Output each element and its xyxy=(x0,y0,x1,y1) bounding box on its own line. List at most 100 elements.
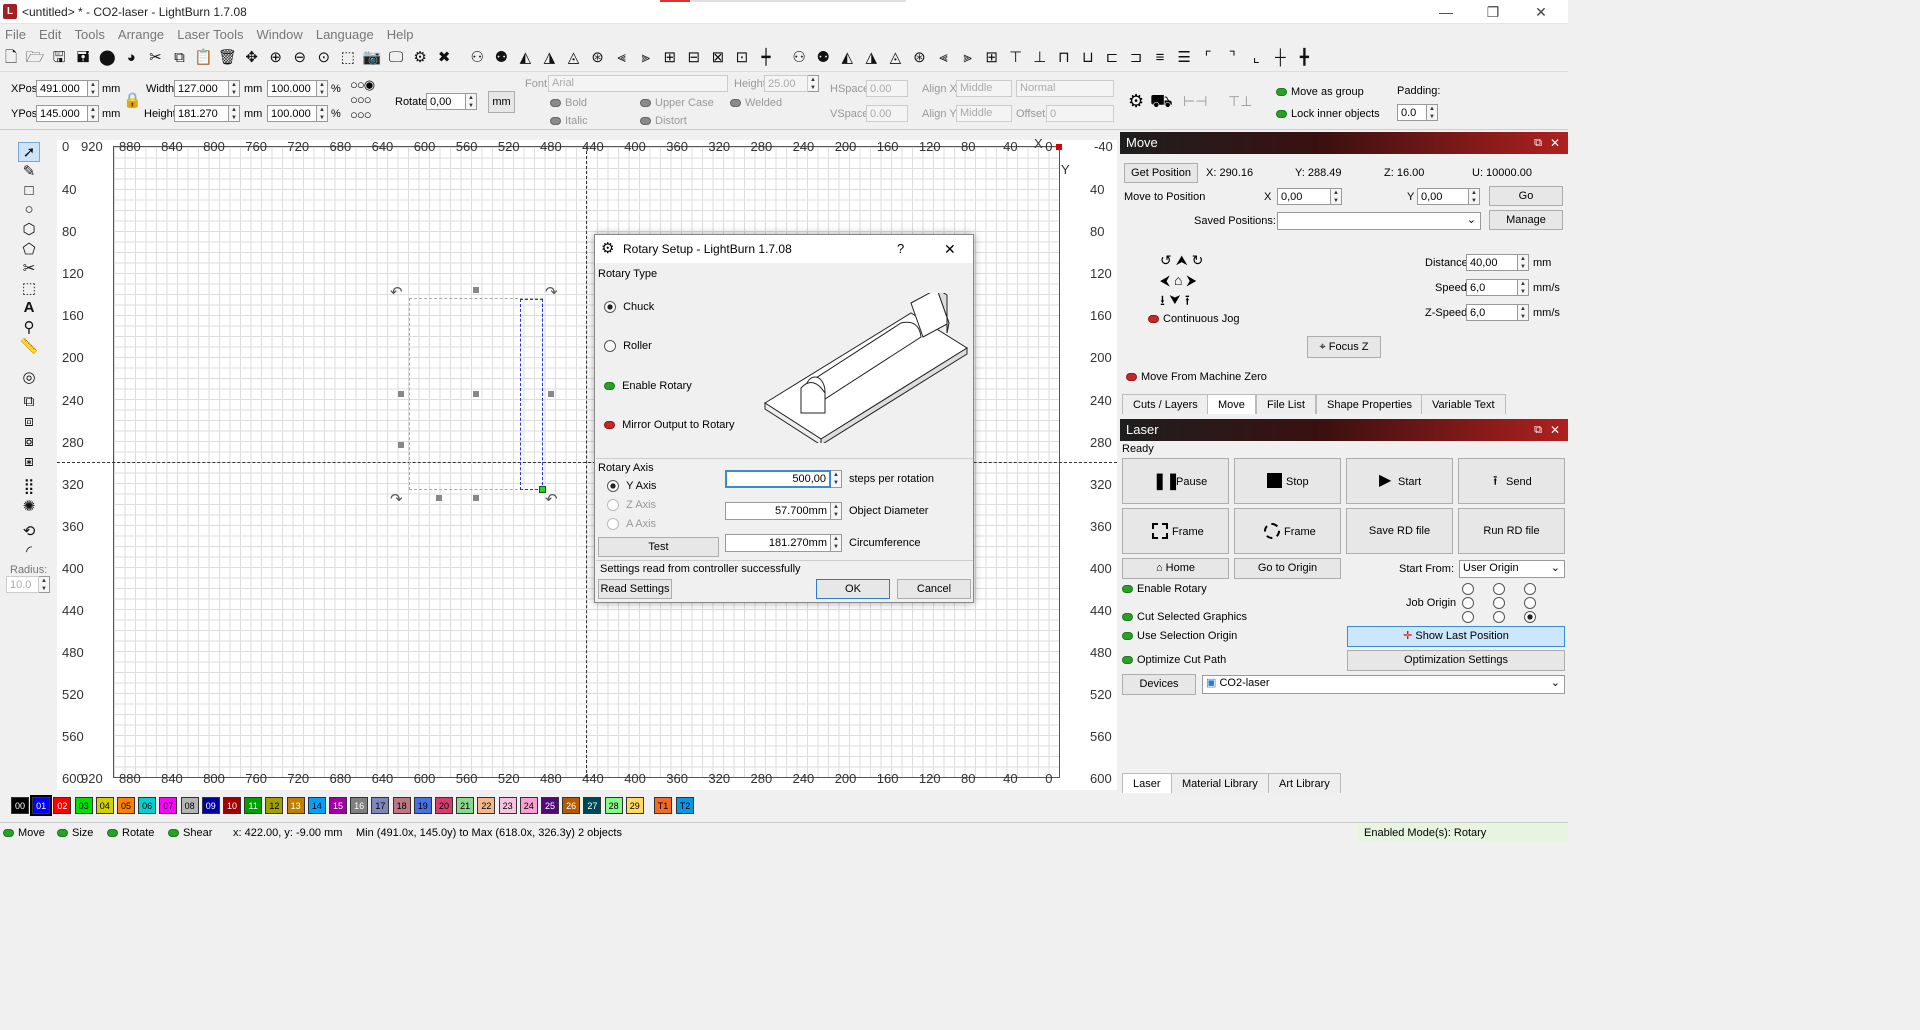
radius-input[interactable] xyxy=(6,576,39,593)
select-tool-icon[interactable]: ➚ xyxy=(18,142,40,162)
speed-input[interactable] xyxy=(1466,279,1518,296)
resize-handle[interactable] xyxy=(398,442,404,448)
palette-swatch-00[interactable]: 00 xyxy=(11,797,29,814)
send-button[interactable]: ⭱ Send xyxy=(1458,458,1565,504)
jog-up-icon[interactable]: ⮝ xyxy=(1176,252,1192,268)
test-button[interactable]: Test xyxy=(598,537,719,557)
distort-toggle[interactable]: Distort xyxy=(640,115,687,127)
scale-width-spinner[interactable]: ▲ ▼ xyxy=(317,80,328,97)
continuous-jog-toggle[interactable]: Continuous Jog xyxy=(1148,313,1239,325)
bold-toggle[interactable]: Bold xyxy=(550,97,587,109)
palette-swatch-01[interactable]: 01 xyxy=(30,795,53,816)
convert-path-icon[interactable]: ⟲ xyxy=(18,522,40,542)
export-icon[interactable]: ◕ xyxy=(121,47,141,69)
tab-laser[interactable]: Laser xyxy=(1122,773,1172,793)
palette-swatch-22[interactable]: 22 xyxy=(477,797,496,814)
palette-swatch-19[interactable]: 19 xyxy=(413,797,432,814)
optimization-settings-button[interactable]: Optimization Settings xyxy=(1347,650,1565,671)
align-center2-icon[interactable]: ⫸ xyxy=(958,47,978,69)
menu-tools[interactable]: Tools xyxy=(69,25,109,44)
align-vmid2-icon[interactable]: ⊥ xyxy=(1030,47,1050,69)
group2-icon[interactable]: ⚇ xyxy=(789,47,809,69)
y-axis-radio[interactable]: Y Axis xyxy=(607,480,656,493)
grid-array-icon[interactable]: ⣿ xyxy=(18,477,40,497)
laser-panel-close-icon[interactable]: ✕ xyxy=(1550,419,1560,441)
height-spinner[interactable]: ▲ ▼ xyxy=(229,105,240,122)
palette-swatch-23[interactable]: 23 xyxy=(498,797,517,814)
rotate-handle-tr-icon[interactable]: ↷ xyxy=(545,283,558,301)
mirror-output-toggle[interactable]: Mirror Output to Rotary xyxy=(604,419,735,431)
scale-width-input[interactable] xyxy=(267,80,317,97)
snap-icon[interactable]: ⌞ xyxy=(1246,47,1266,69)
welded-toggle[interactable]: Welded xyxy=(730,97,782,109)
padding-spinner[interactable]: ▲ ▼ xyxy=(1427,104,1438,121)
palette-swatch-24[interactable]: 24 xyxy=(519,797,538,814)
go-to-origin-button[interactable]: Go to Origin xyxy=(1234,558,1341,579)
palette-swatch-13[interactable]: 13 xyxy=(286,797,305,814)
palette-swatch-05[interactable]: 05 xyxy=(117,797,135,814)
tab-cuts-layers[interactable]: Cuts / Layers xyxy=(1122,394,1209,414)
zoom-in-icon[interactable]: ⊕ xyxy=(266,47,286,69)
tools-icon[interactable]: ✖ xyxy=(434,47,454,69)
move-panel-close-icon[interactable]: ✕ xyxy=(1550,132,1560,154)
ypos-input[interactable] xyxy=(36,105,88,122)
lock-inner-objects-toggle[interactable]: Lock inner objects xyxy=(1276,108,1380,120)
undock-icon[interactable]: ⧉ xyxy=(1534,132,1542,154)
tab-art-library[interactable]: Art Library xyxy=(1268,773,1341,793)
jog-rotate-cw-icon[interactable]: ↻ xyxy=(1192,252,1208,268)
jog-right-icon[interactable]: ⮞ xyxy=(1186,272,1200,288)
jog-left-icon[interactable]: ⮜ xyxy=(1160,272,1174,288)
minimize-button[interactable]: — xyxy=(1436,3,1456,21)
object-diameter-input[interactable] xyxy=(725,502,831,520)
palette-swatch-10[interactable]: 10 xyxy=(223,797,241,814)
save-icon[interactable]: 🖫 xyxy=(49,47,69,69)
upper-case-toggle[interactable]: Upper Case xyxy=(640,97,714,109)
frame-tool-icon[interactable]: ⬚ xyxy=(18,279,40,299)
boolean-intersect-icon[interactable]: ⧇ xyxy=(18,432,40,452)
palette-swatch-28[interactable]: 28 xyxy=(604,797,623,814)
ungroup2-icon[interactable]: ⚉ xyxy=(813,47,833,69)
device-select[interactable]: ▣ CO2-laser ⌄ xyxy=(1202,675,1565,694)
frame-rect-button[interactable]: Frame xyxy=(1122,508,1229,554)
move-icon[interactable]: ✥ xyxy=(242,47,262,69)
move-together-icon[interactable]: ⊐ xyxy=(1126,47,1146,69)
tab-variable-text[interactable]: Variable Text xyxy=(1421,394,1506,414)
monitor-icon[interactable]: 🖵 xyxy=(386,47,406,69)
get-position-button[interactable]: Get Position xyxy=(1124,163,1198,183)
palette-swatch-09[interactable]: 09 xyxy=(201,797,220,814)
palette-swatch-16[interactable]: 16 xyxy=(350,797,369,814)
align-bottom-icon[interactable]: ⊡ xyxy=(732,47,752,69)
equal-v-icon[interactable]: ☰ xyxy=(1174,47,1194,69)
open-file-icon[interactable]: 🗁 xyxy=(25,47,45,69)
menu-language[interactable]: Language xyxy=(311,25,379,44)
align-right2-icon[interactable]: ⊞ xyxy=(982,47,1002,69)
circular-array-icon[interactable]: ✺ xyxy=(18,497,40,517)
palette-swatch-T2[interactable]: T2 xyxy=(676,797,694,814)
aligny-select[interactable]: Middle xyxy=(956,105,1012,122)
corner-radius-icon[interactable]: ◜ xyxy=(18,542,40,562)
devices-button[interactable]: Devices xyxy=(1122,674,1196,695)
selected-rectangle-shape[interactable] xyxy=(520,299,543,490)
palette-swatch-11[interactable]: 11 xyxy=(244,797,263,814)
import-icon[interactable]: ⬤ xyxy=(97,47,117,69)
resize-handle[interactable] xyxy=(548,391,554,397)
settings-icon[interactable]: ⚙ xyxy=(410,47,430,69)
use-selection-origin-toggle[interactable]: Use Selection Origin xyxy=(1122,630,1237,642)
scale-height-spinner[interactable]: ▲ ▼ xyxy=(317,105,328,122)
saved-positions-select[interactable]: ⌄ xyxy=(1277,212,1481,230)
manage-button[interactable]: Manage xyxy=(1489,210,1563,230)
paste-icon[interactable]: 📋 xyxy=(194,47,214,69)
palette-swatch-06[interactable]: 06 xyxy=(138,797,157,814)
zoom-fit-icon[interactable]: ⊙ xyxy=(314,47,334,69)
steps-spinner[interactable]: ▲ ▼ xyxy=(831,470,842,488)
circumference-spinner[interactable]: ▲ ▼ xyxy=(831,534,842,552)
menu-laser-tools[interactable]: Laser Tools xyxy=(172,25,248,44)
flip-v2-icon[interactable]: ◮ xyxy=(861,47,881,69)
rotate-handle-br-icon[interactable]: ↶ xyxy=(545,490,558,508)
align-left-icon[interactable]: ⫷ xyxy=(612,47,632,69)
rotate-input[interactable] xyxy=(426,93,466,110)
delete-icon[interactable]: 🗑 xyxy=(218,47,238,69)
corner-tr-icon[interactable]: ⌝ xyxy=(1222,47,1242,69)
rectangle-tool-icon[interactable]: □ xyxy=(18,181,40,201)
rotate-handle-bl-icon[interactable]: ↷ xyxy=(390,490,403,508)
